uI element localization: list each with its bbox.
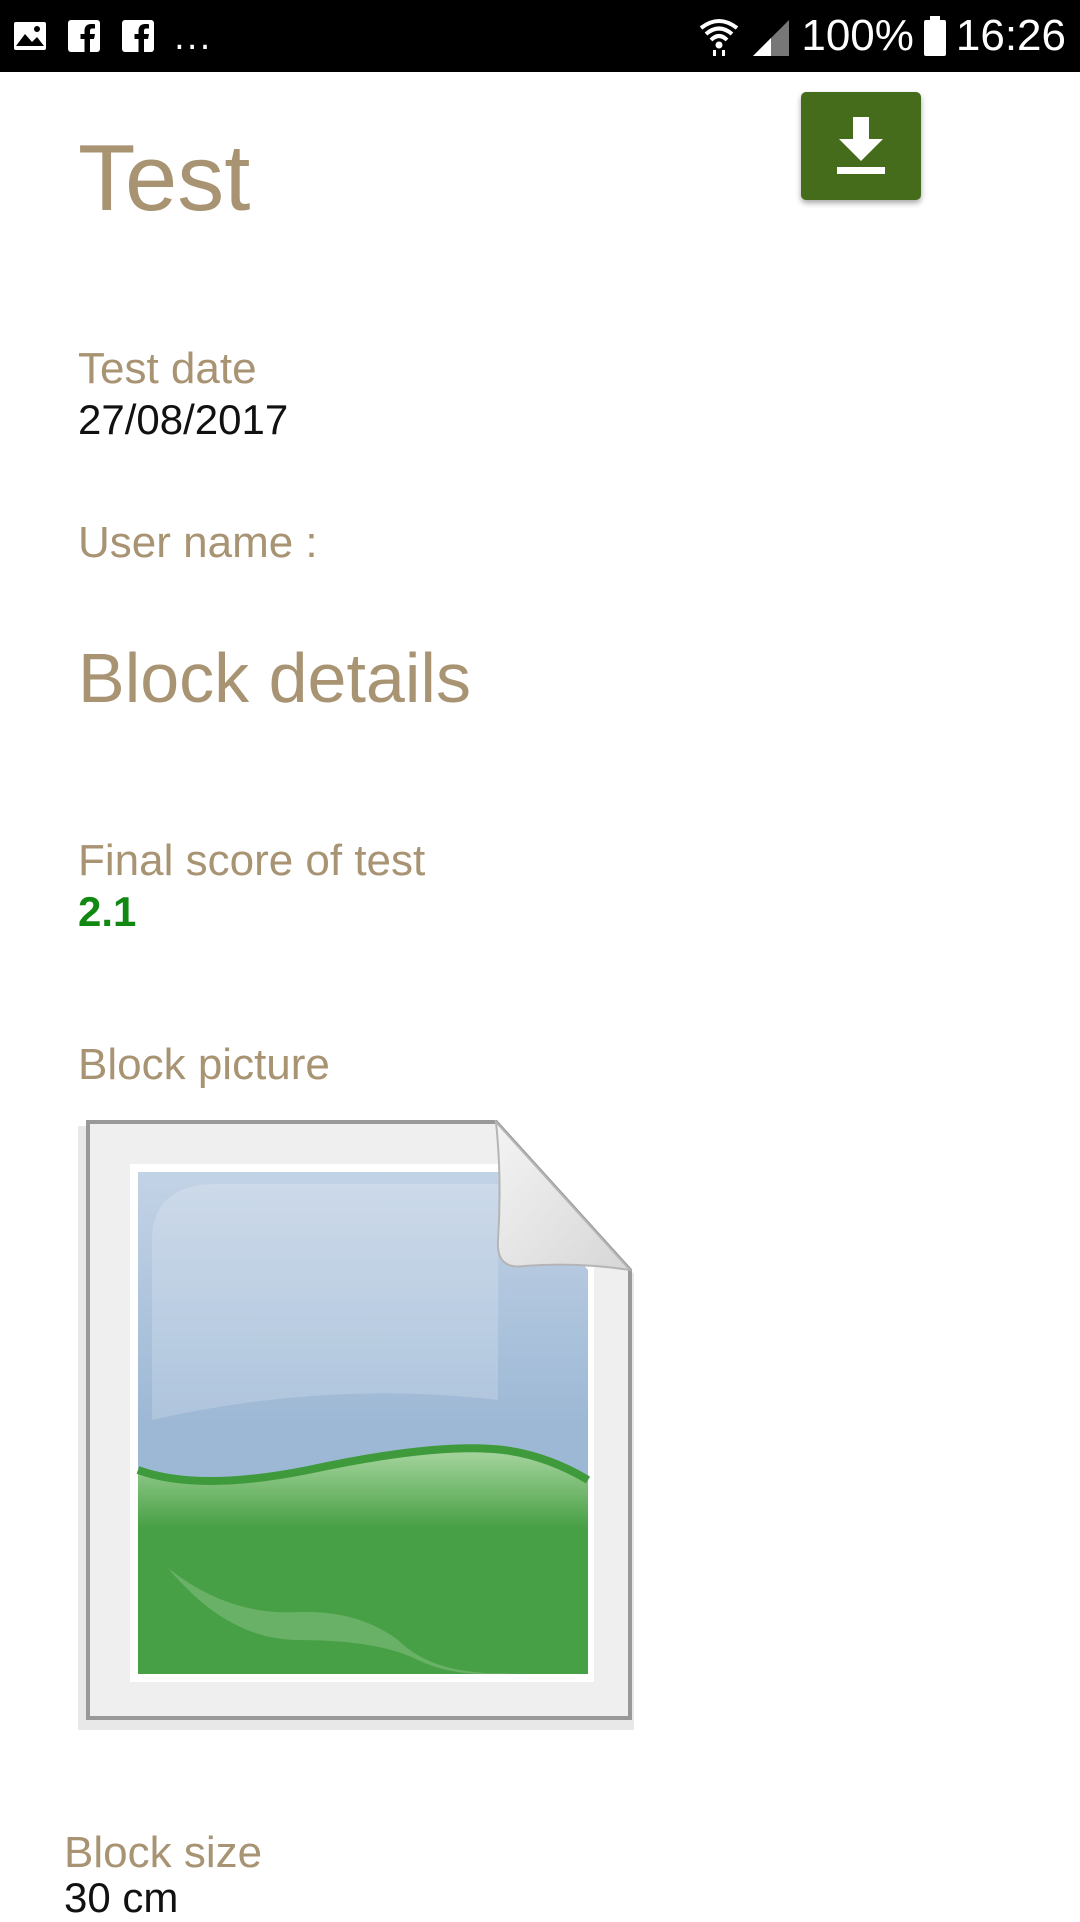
facebook-icon [122,20,154,52]
status-bar-system: 100% 16:26 [697,0,1066,72]
download-icon [837,117,885,174]
final-score-value: 2.1 [78,888,137,935]
wifi-icon [700,19,739,56]
status-bar: ... 100% 16:26 [0,0,1080,72]
page-title: Test [78,125,251,230]
download-button[interactable] [801,92,921,200]
image-notification-icon [14,22,46,50]
test-details-page: Test Test date 27/08/2017 User name : Bl… [0,72,1080,1921]
block-details-title: Block details [78,639,471,717]
block-picture-label: Block picture [78,1040,330,1089]
more-notifications-indicator: ... [174,18,213,58]
status-time: 16:26 [955,11,1066,60]
test-date-value: 27/08/2017 [78,396,289,443]
battery-percentage: 100% [801,11,914,60]
image-placeholder-icon[interactable] [78,1120,634,1732]
user-name-label: User name : [78,518,318,567]
cell-signal-icon [753,20,790,56]
facebook-icon [68,20,100,52]
status-bar-notifications: ... [12,0,212,72]
battery-icon [923,16,946,56]
block-size-value: 30 cm [64,1874,179,1921]
test-date-label: Test date [78,344,257,393]
block-size-label: Block size [64,1828,263,1877]
final-score-label: Final score of test [78,836,426,885]
